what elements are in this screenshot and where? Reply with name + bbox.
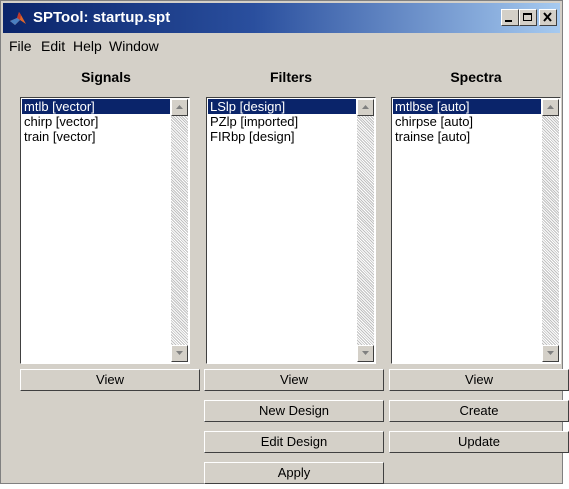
maximize-icon: [523, 13, 532, 21]
close-button[interactable]: [539, 9, 557, 26]
signals-view-button[interactable]: View: [20, 369, 200, 391]
menu-edit[interactable]: Edit: [41, 38, 65, 54]
maximize-button[interactable]: [519, 9, 537, 26]
minimize-button[interactable]: [501, 9, 519, 26]
signals-item-mtlb[interactable]: mtlb [vector]: [22, 99, 170, 114]
spectra-scrollbar[interactable]: [542, 99, 559, 362]
menu-window[interactable]: Window: [109, 38, 159, 54]
matlab-logo-icon: [10, 12, 26, 25]
filters-heading: Filters: [269, 69, 312, 85]
arrow-down-icon: [362, 351, 369, 355]
signals-listbox[interactable]: mtlb [vector] chirp [vector] train [vect…: [20, 97, 190, 364]
spectra-view-button[interactable]: View: [389, 369, 569, 391]
menu-file[interactable]: File: [9, 38, 32, 54]
signals-scroll-up-button[interactable]: [171, 99, 188, 116]
filters-item-pzlp[interactable]: PZlp [imported]: [208, 114, 356, 129]
spectra-item-chirpse[interactable]: chirpse [auto]: [393, 114, 541, 129]
menu-bar: File Edit Help Window: [3, 35, 560, 59]
filters-item-lslp[interactable]: LSlp [design]: [208, 99, 356, 114]
spectra-listbox[interactable]: mtlbse [auto] chirpse [auto] trainse [au…: [391, 97, 561, 364]
close-icon: [543, 12, 552, 22]
filters-scroll-down-button[interactable]: [357, 345, 374, 362]
update-button[interactable]: Update: [389, 431, 569, 453]
signals-scroll-down-button[interactable]: [171, 345, 188, 362]
arrow-down-icon: [547, 351, 554, 355]
filters-scroll-up-button[interactable]: [357, 99, 374, 116]
create-button[interactable]: Create: [389, 400, 569, 422]
spectra-item-trainse[interactable]: trainse [auto]: [393, 129, 541, 144]
edit-design-button[interactable]: Edit Design: [204, 431, 384, 453]
arrow-down-icon: [176, 351, 183, 355]
minimize-icon: [505, 20, 512, 22]
signals-item-train[interactable]: train [vector]: [22, 129, 170, 144]
arrow-up-icon: [362, 105, 369, 109]
spectra-scroll-up-button[interactable]: [542, 99, 559, 116]
signals-item-chirp[interactable]: chirp [vector]: [22, 114, 170, 129]
filters-listbox[interactable]: LSlp [design] PZlp [imported] FIRbp [des…: [206, 97, 376, 364]
window-title: SPTool: startup.spt: [33, 9, 171, 26]
sptool-window: SPTool: startup.spt File Edit Help Windo…: [0, 0, 569, 484]
filters-scrollbar[interactable]: [357, 99, 374, 362]
filters-item-firbp[interactable]: FIRbp [design]: [208, 129, 356, 144]
signals-scrollbar[interactable]: [171, 99, 188, 362]
spectra-item-mtlbse[interactable]: mtlbse [auto]: [393, 99, 541, 114]
arrow-up-icon: [176, 105, 183, 109]
spectra-scroll-down-button[interactable]: [542, 345, 559, 362]
menu-help[interactable]: Help: [73, 38, 102, 54]
filters-view-button[interactable]: View: [204, 369, 384, 391]
apply-button[interactable]: Apply: [204, 462, 384, 484]
title-bar[interactable]: SPTool: startup.spt: [3, 3, 560, 33]
spectra-heading: Spectra: [450, 69, 502, 85]
arrow-up-icon: [547, 105, 554, 109]
signals-heading: Signals: [81, 69, 131, 85]
new-design-button[interactable]: New Design: [204, 400, 384, 422]
